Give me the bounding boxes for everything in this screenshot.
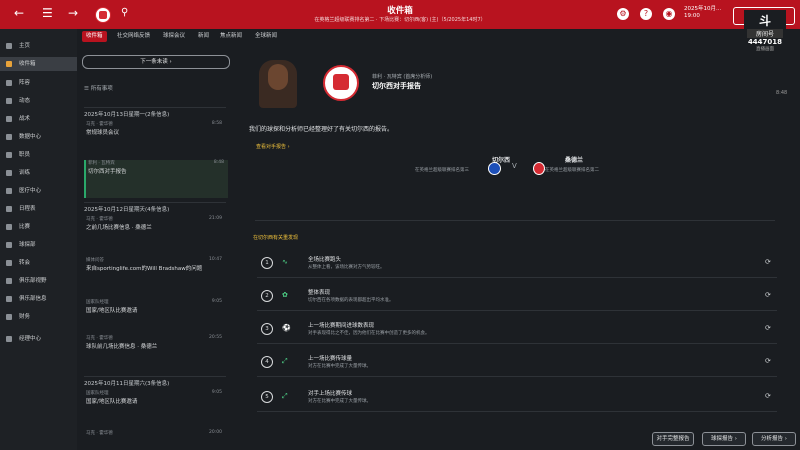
tab-news[interactable]: 新闻 — [194, 31, 213, 42]
data-hub-icon — [6, 134, 12, 140]
sidebar-item-dynamics[interactable]: 动态 — [0, 94, 77, 108]
overall-icon: ✿ — [282, 291, 288, 299]
calendar-icon — [6, 206, 12, 212]
tab-global-news[interactable]: 全球新闻 — [251, 31, 281, 42]
list-item-selected[interactable]: 菲利 · 瓦特宾 切尔西对手报告 8:48 — [84, 160, 228, 198]
page-title: 收件箱 — [387, 6, 413, 16]
list-item[interactable]: 马克 · 霍华德 20:00 — [86, 430, 226, 438]
medical-icon — [6, 188, 12, 194]
team-right-position: 在英格兰超级联赛排名第二 — [545, 168, 599, 173]
squad-icon — [6, 80, 12, 86]
vs-label: V — [512, 162, 517, 170]
refresh-icon[interactable]: ⟳ — [765, 357, 771, 365]
sidebar-item-schedule[interactable]: 日程表 — [0, 202, 77, 216]
analysis-report-button[interactable]: 分析报告 › — [752, 432, 796, 446]
sidebar: 主页 收件箱 阵容 动态 战术 数据中心 职员 训练 医疗中心 日程表 比赛 球… — [0, 29, 77, 450]
passing-icon: ⤢ — [282, 357, 288, 365]
list-item[interactable]: 马克 · 霍华德 之前几场比赛信息 · 桑德兰 21:09 — [86, 216, 226, 232]
inbox-icon — [6, 61, 12, 67]
staff-icon — [6, 152, 12, 158]
avatar[interactable] — [259, 60, 297, 108]
sidebar-item-manager-hub[interactable]: 经理中心 — [0, 332, 77, 346]
next-unread-button[interactable]: 下一条未读 › — [82, 55, 230, 69]
sidebar-item-data-hub[interactable]: 数据中心 — [0, 130, 77, 144]
sidebar-item-tactics[interactable]: 战术 — [0, 112, 77, 126]
filter-label[interactable]: ☰ 所有事项 — [84, 84, 113, 92]
team-left-position: 在英格兰超级联赛排名第三 — [415, 168, 469, 173]
club-vision-icon — [6, 278, 12, 284]
sender-role[interactable]: 菲利 · 瓦特宾 (首席分析师) — [372, 73, 432, 80]
stream-logo: 斗 — [758, 14, 771, 28]
sidebar-item-competitions[interactable]: 比赛 — [0, 220, 77, 234]
top-bar: ← → ☰ ⚲ 收件箱 在英格兰超级联赛排名第二 · 下场比赛：切尔西(客) (… — [0, 0, 800, 29]
club-badge-icon — [323, 65, 359, 101]
transfers-icon — [6, 260, 12, 266]
page-subtitle: 在英格兰超级联赛排名第二 · 下场比赛：切尔西(客) (主)（5/2025年14… — [314, 17, 486, 23]
refresh-icon[interactable]: ⟳ — [765, 392, 771, 400]
sunderland-badge-icon[interactable] — [533, 162, 545, 175]
tab-inbox[interactable]: 收件箱 — [82, 31, 107, 42]
sidebar-item-squad[interactable]: 阵容 — [0, 76, 77, 90]
sidebar-item-training[interactable]: 训练 — [0, 166, 77, 180]
dynamics-icon — [6, 98, 12, 104]
inbox-list: 下一条未读 › ☰ 所有事项 2025年10月13日星期一(2条信息) 马克 ·… — [80, 50, 230, 450]
chelsea-badge-icon[interactable] — [488, 162, 501, 175]
trend-icon: ∿ — [282, 258, 288, 266]
sidebar-item-club-vision[interactable]: 俱乐部视野 — [0, 274, 77, 288]
refresh-icon[interactable]: ⟳ — [765, 291, 771, 299]
list-item[interactable]: 国家队经理 国家/地区队比赛邀请 9:05 — [86, 299, 226, 315]
tab-social-feedback[interactable]: 社交网络反馈 — [113, 31, 154, 42]
message-view: 菲利 · 瓦特宾 (首席分析师) 切尔西对手报告 我们的球探和分析师已经整理好了… — [245, 50, 785, 450]
list-item[interactable]: 国家队经理 国家/地区队比赛邀请 9:05 — [86, 390, 226, 406]
section-header: 在切尔西有关重发现 — [253, 235, 299, 241]
sidebar-item-medical[interactable]: 医疗中心 — [0, 184, 77, 198]
list-item[interactable]: 马克 · 霍华德 球队前几场比赛信息 · 桑德兰 20:55 — [86, 335, 226, 351]
view-report-link[interactable]: 查看对手报告 › — [256, 143, 290, 150]
finding-row[interactable]: 1 ∿ 全场比赛跑头 从整体上看，该场比赛对方气势较旺。 ⟳ — [257, 250, 777, 278]
tab-headlines[interactable]: 焦点新闻 — [216, 31, 246, 42]
team-right-name[interactable]: 桑德兰 — [565, 155, 583, 164]
passing-icon: ⤢ — [282, 392, 288, 400]
sidebar-item-finances[interactable]: 财务 — [0, 310, 77, 324]
goals-icon: ⚽ — [282, 324, 291, 332]
finances-icon — [6, 314, 12, 320]
manager-hub-icon — [6, 336, 12, 342]
help-icon[interactable]: ? — [640, 8, 652, 20]
gear-icon[interactable]: ⚙ — [617, 8, 629, 20]
trophy-icon — [6, 224, 12, 230]
finding-row[interactable]: 5 ⤢ 对手上场比赛传球 对方在比赛中完成了大量传球。 ⟳ — [257, 384, 777, 412]
scouting-report-button[interactable]: 球探报告 › — [702, 432, 746, 446]
sidebar-item-home[interactable]: 主页 — [0, 39, 77, 53]
scouting-icon — [6, 242, 12, 248]
tab-scouting-meeting[interactable]: 球探会议 — [159, 31, 189, 42]
list-item[interactable]: 媒体问答 来自sportinglife.com的Will Bradshaw的问题… — [86, 257, 226, 273]
group-header[interactable]: 2025年10月11日星期六(3条信息) — [84, 376, 226, 387]
message-title: 切尔西对手报告 — [372, 82, 421, 90]
sidebar-item-staff[interactable]: 职员 — [0, 148, 77, 162]
sidebar-item-scouting[interactable]: 球探部 — [0, 238, 77, 252]
finding-row[interactable]: 2 ✿ 整体表现 切尔西在各项数据的表现都超出平均水准。 ⟳ — [257, 283, 777, 311]
home-icon — [6, 43, 12, 49]
club-info-icon — [6, 296, 12, 302]
list-item[interactable]: 马克 · 霍华德 常规球员会议 8:58 — [86, 121, 226, 137]
sidebar-item-inbox[interactable]: 收件箱 — [0, 57, 77, 71]
sidebar-item-transfers[interactable]: 转会 — [0, 256, 77, 270]
group-header[interactable]: 2025年10月13日星期一(2条信息) — [84, 107, 226, 118]
full-opponent-report-button[interactable]: 对手完整报告 — [652, 432, 694, 446]
game-date: 2025年10月... 19:00 — [684, 6, 722, 19]
world-icon[interactable]: ◉ — [663, 8, 675, 20]
tab-bar: 收件箱 社交网络反馈 球探会议 新闻 焦点新闻 全球新闻 — [77, 29, 800, 43]
finding-row[interactable]: 4 ⤢ 上一场比赛传球量 对方在比赛中完成了大量传球。 ⟳ — [257, 349, 777, 377]
refresh-icon[interactable]: ⟳ — [765, 258, 771, 266]
refresh-icon[interactable]: ⟳ — [765, 324, 771, 332]
group-header[interactable]: 2025年10月12日星期天(4条信息) — [84, 202, 226, 213]
message-body: 我们的球探和分析师已经整理好了有关切尔西的报告。 — [249, 126, 394, 133]
divider — [255, 220, 775, 221]
training-icon — [6, 170, 12, 176]
tactics-icon — [6, 116, 12, 122]
sidebar-item-club-info[interactable]: 俱乐部信息 — [0, 292, 77, 306]
finding-row[interactable]: 3 ⚽ 上一场比赛期间进球数表现 对手表现得比之不佳，因为他们在比赛中创造了更多… — [257, 316, 777, 344]
